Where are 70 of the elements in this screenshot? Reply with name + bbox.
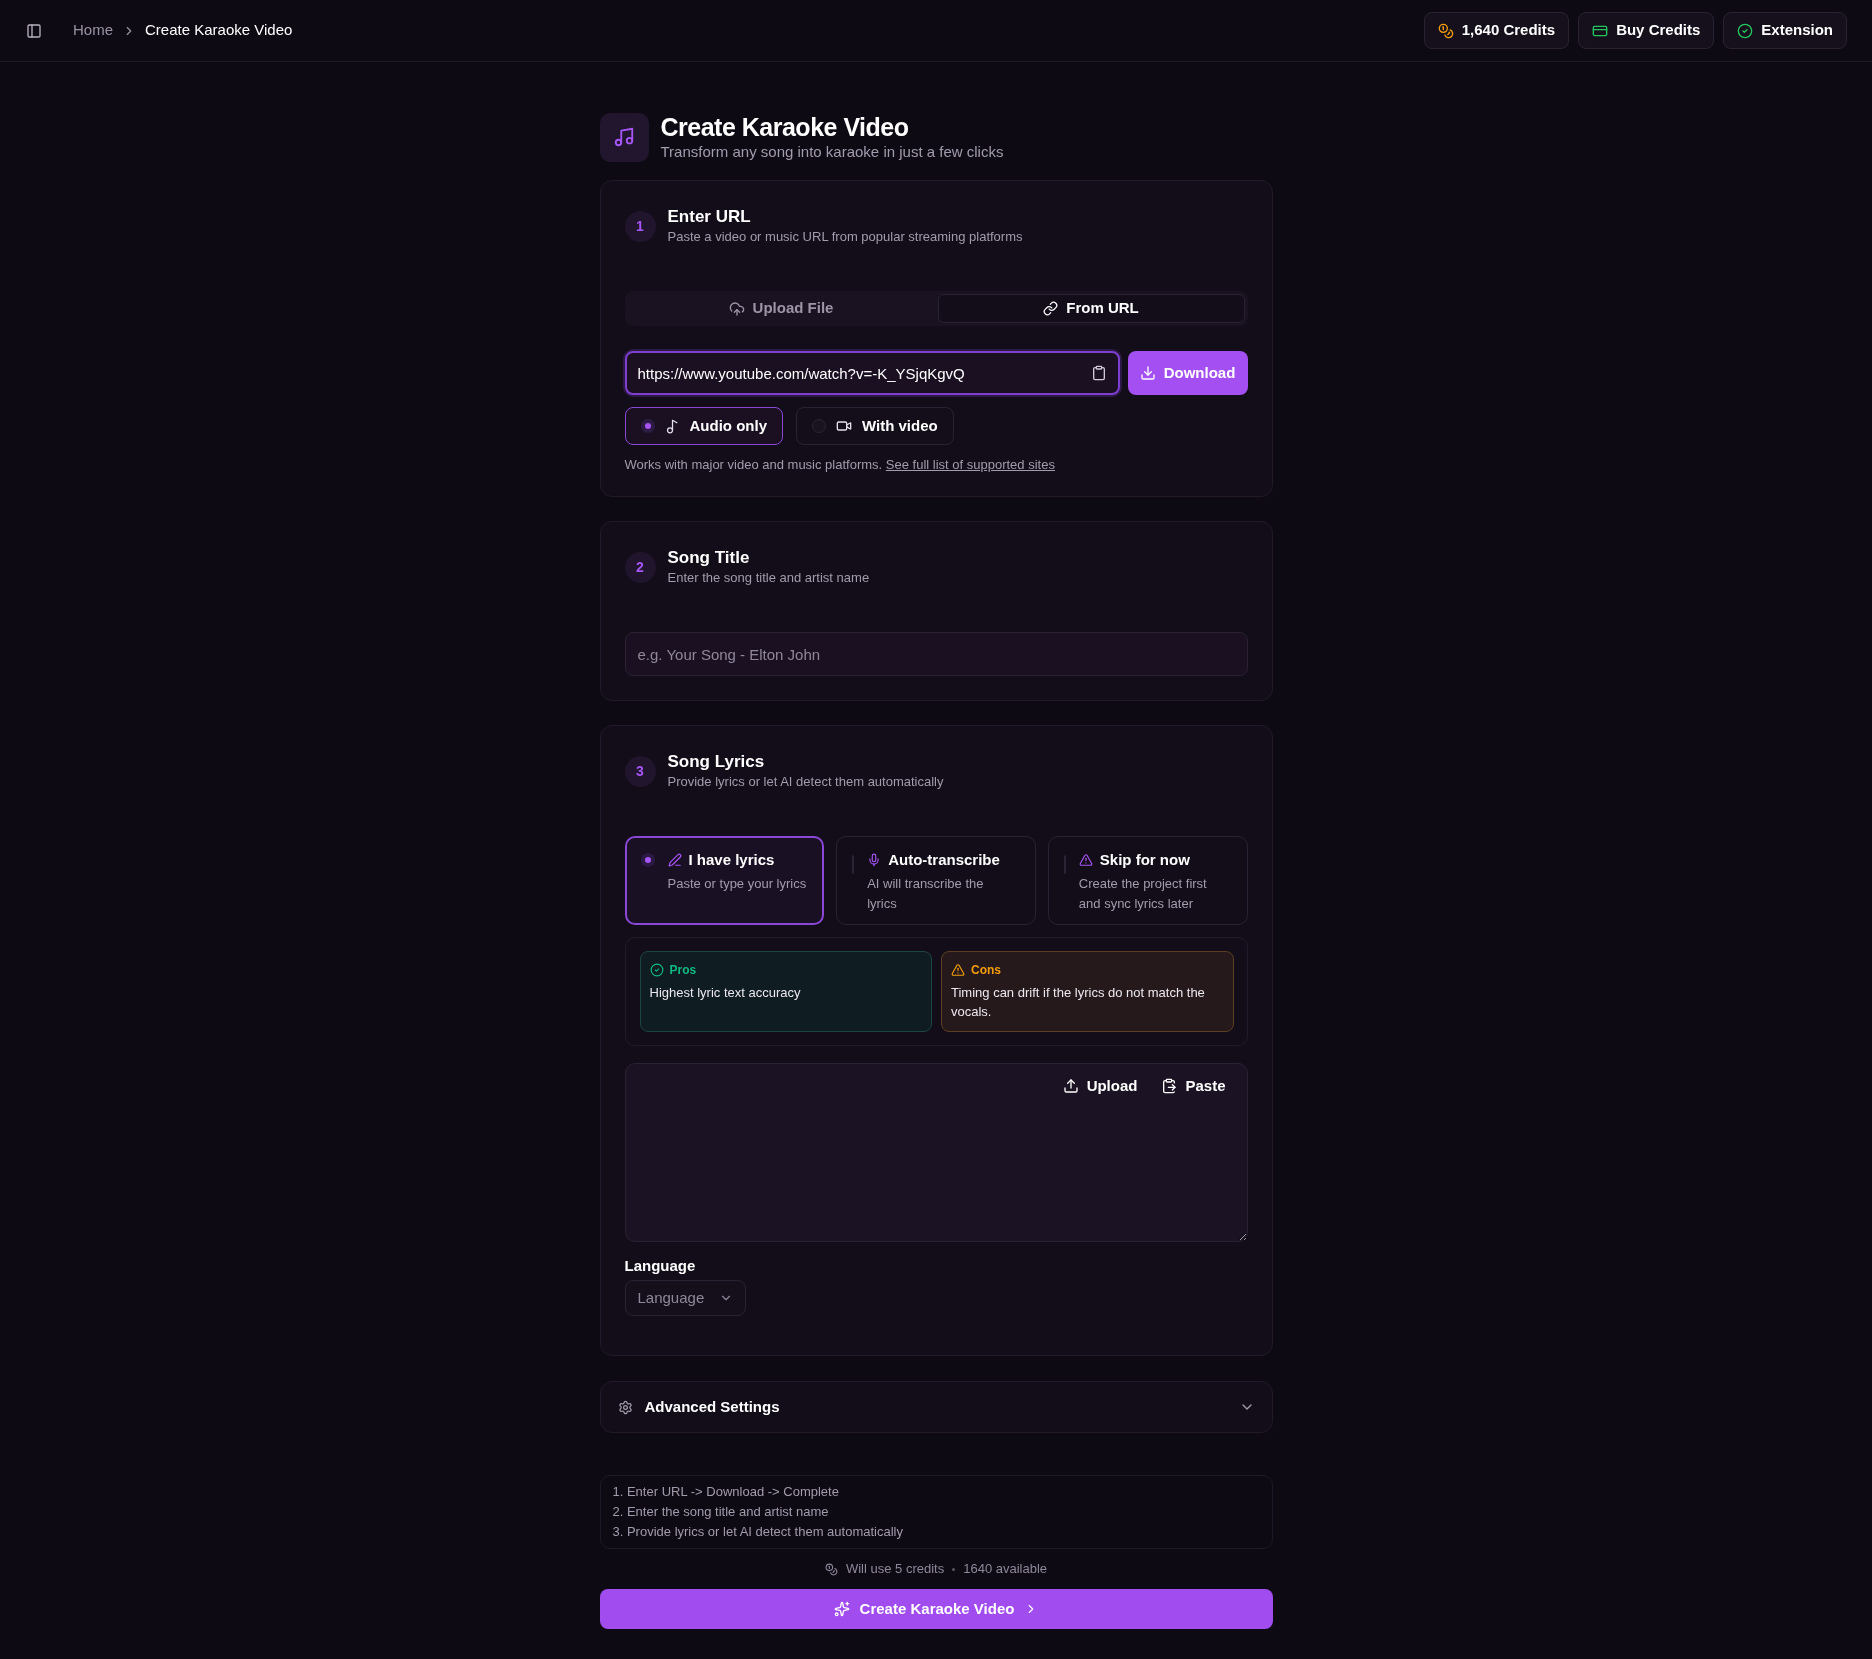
upload-button[interactable]: Upload xyxy=(1054,1071,1146,1101)
warning-triangle-icon xyxy=(951,963,965,977)
clipboard-paste-icon xyxy=(1161,1078,1178,1094)
pencil-icon xyxy=(667,853,682,867)
advanced-settings-toggle[interactable]: Advanced Settings xyxy=(599,1381,1273,1433)
page-subtitle: Transform any song into karaoke in just a few clicks xyxy=(660,142,1004,162)
coins-icon xyxy=(824,1562,838,1576)
cons-text: Timing can drift if the lyrics do not match the vocals. xyxy=(951,984,1206,1021)
pros-text: Highest lyric text accuracy xyxy=(649,984,802,1002)
check-circle-icon xyxy=(1737,22,1754,39)
settings-icon xyxy=(617,1399,633,1415)
step-title: Song Lyrics xyxy=(667,751,766,773)
language-label: Language xyxy=(624,1256,696,1276)
breadcrumb-current: Create Karaoke Video xyxy=(145,20,293,41)
download-icon xyxy=(1139,365,1156,381)
credits-usage: Will use 5 credits xyxy=(845,1560,945,1578)
step-title: Song Title xyxy=(667,547,751,569)
warning-triangle-icon xyxy=(1078,853,1093,867)
clipboard-icon[interactable] xyxy=(1090,365,1107,381)
song-title-field[interactable]: e.g. Your Song - Elton John xyxy=(624,632,1248,676)
source-tab[interactable]: From URL xyxy=(937,294,1245,323)
music-note-icon xyxy=(664,418,680,434)
platforms-note: Works with major video and music platforms. See full list of supported sites xyxy=(624,456,1056,474)
link-icon xyxy=(1043,301,1059,316)
summary-line: 1. Enter URL -> Download -> Complete xyxy=(612,1483,839,1501)
format-option[interactable]: Audio only xyxy=(624,407,783,445)
step-subtitle: Paste a video or music URL from popular streaming platforms xyxy=(667,228,1023,246)
step-title: Enter URL xyxy=(667,206,752,228)
download-button[interactable]: Download xyxy=(1127,351,1248,395)
lyrics-option-card[interactable]: I have lyrics Paste or type your lyrics xyxy=(624,836,825,925)
option-title: Auto-transcribe xyxy=(888,851,1000,869)
format-option[interactable]: With video xyxy=(796,407,954,445)
step-number: 3 xyxy=(624,755,656,787)
buy-credits-button[interactable]: Buy Credits xyxy=(1578,12,1715,49)
source-tab[interactable]: Upload File xyxy=(627,294,935,323)
lyrics-option-card[interactable]: Auto-transcribe AI will transcribe the lyrics xyxy=(836,836,1036,925)
video-camera-icon xyxy=(836,418,852,434)
lyrics-field[interactable] xyxy=(624,1063,1248,1242)
coins-icon xyxy=(1437,22,1454,39)
url-field[interactable]: https://www.youtube.com/watch?v=-K_YSjqKgvQ xyxy=(624,351,1120,395)
page-title: Create Karaoke Video xyxy=(660,112,910,142)
supported-sites-link[interactable]: See full list of supported sites xyxy=(885,457,1055,472)
option-title: I have lyrics xyxy=(688,851,775,869)
cons-title: Cons xyxy=(971,962,1001,978)
option-description: Create the project first and sync lyrics later xyxy=(1078,875,1208,913)
check-circle-icon xyxy=(649,963,664,977)
sparkles-icon xyxy=(833,1601,850,1617)
lyrics-option-card[interactable]: Skip for now Create the project first and sync lyrics later xyxy=(1047,836,1248,925)
option-description: Paste or type your lyrics xyxy=(667,875,807,893)
cloud-upload-icon xyxy=(728,300,745,317)
step-subtitle: Enter the song title and artist name xyxy=(667,569,870,587)
option-title: Skip for now xyxy=(1099,851,1190,869)
sidebar-toggle-icon[interactable] xyxy=(26,22,42,39)
step-number: 1 xyxy=(624,210,656,242)
create-karaoke-button[interactable]: Create Karaoke Video xyxy=(599,1589,1273,1629)
upload-icon xyxy=(1062,1078,1079,1094)
step-subtitle: Provide lyrics or let AI detect them automatically xyxy=(667,773,944,791)
option-description: AI will transcribe the lyrics xyxy=(867,875,985,913)
extension-button[interactable]: Extension xyxy=(1723,12,1847,49)
pros-title: Pros xyxy=(669,962,697,978)
music-icon xyxy=(599,112,649,162)
credits-available: 1640 available xyxy=(963,1560,1048,1578)
credits-button[interactable]: 1,640 Credits xyxy=(1423,12,1570,49)
language-select[interactable]: Language xyxy=(624,1280,746,1316)
microphone-icon xyxy=(867,853,882,867)
summary-line: 3. Provide lyrics or let AI detect them automatically xyxy=(612,1523,903,1541)
paste-button[interactable]: Paste xyxy=(1153,1071,1234,1101)
summary-line: 2. Enter the song title and artist name xyxy=(612,1503,829,1521)
step-number: 2 xyxy=(624,551,656,583)
breadcrumb-link[interactable]: Home xyxy=(73,19,113,42)
